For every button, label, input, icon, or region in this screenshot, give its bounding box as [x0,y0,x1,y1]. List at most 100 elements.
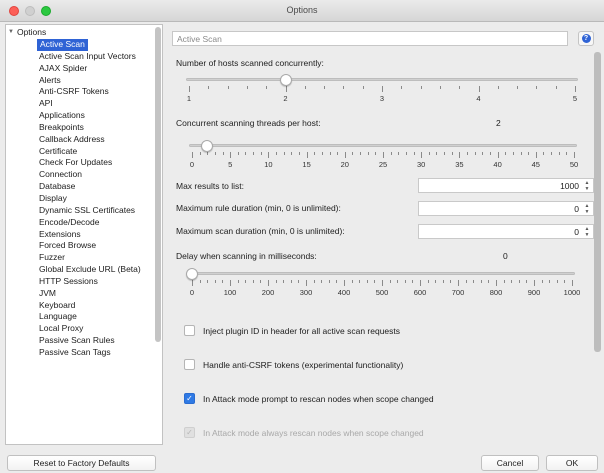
max-scan-duration-spinner[interactable]: 0 ▲ ▼ [418,224,594,239]
tree-item-label: Callback Address [39,133,105,144]
slider-minor-tick [420,86,422,89]
tree-item[interactable]: Check For Updates [37,157,152,169]
slider-minor-tick [207,280,209,283]
inject-plugin-id-label: Inject plugin ID in header for all activ… [203,325,401,336]
slider-major-tick [189,86,190,92]
checkbox-box[interactable] [184,325,195,336]
tree-root-options[interactable]: ▼ Options [8,27,46,37]
hosts-slider[interactable]: 1 2 3 4 5 [186,72,578,106]
expand-triangle-icon[interactable]: ▼ [8,29,14,35]
slider-major-tick [534,280,535,286]
slider-minor-tick [404,280,406,283]
slider-track[interactable] [189,144,577,147]
tree-item[interactable]: Encode/Decode [37,217,152,229]
inject-plugin-id-checkbox[interactable]: Inject plugin ID in header for all activ… [184,325,400,336]
slider-minor-tick [359,280,361,283]
slider-minor-tick [444,152,446,155]
slider-minor-tick [428,152,430,155]
slider-minor-tick [375,152,377,155]
slider-tick-label: 20 [340,160,349,169]
tree-item[interactable]: Callback Address [37,134,152,146]
tree-item[interactable]: Active Scan Input Vectors [37,51,152,63]
slider-tick-label: 800 [489,288,503,297]
tree-item-label: Breakpoints [39,121,84,132]
tree-item[interactable]: Language [37,311,152,323]
attack-always-label: In Attack mode always rescan nodes when … [203,427,424,438]
tree-item[interactable]: Fuzzer [37,252,152,264]
max-rule-duration-value: 0 [574,204,579,214]
tree-item[interactable]: Extensions [37,229,152,241]
slider-minor-tick [489,152,491,155]
cancel-button[interactable]: Cancel [481,455,539,471]
panel-scrollbar[interactable] [594,52,601,352]
attack-prompt-checkbox[interactable]: ✓ In Attack mode prompt to rescan nodes … [184,393,434,404]
tree-item[interactable]: Passive Scan Tags [37,347,152,359]
slider-thumb[interactable] [201,140,214,152]
spinner-arrows-icon[interactable]: ▲ ▼ [583,203,591,215]
tree-item[interactable]: Forced Browse [37,240,152,252]
slider-major-tick [458,280,459,286]
slider-major-tick [382,86,383,92]
tree-item[interactable]: Database [37,181,152,193]
spinner-arrows-icon[interactable]: ▲ ▼ [583,180,591,192]
slider-minor-tick [237,280,239,283]
tree-item[interactable]: Active Scan [37,39,152,51]
tree-scrollbar[interactable] [155,27,161,342]
slider-minor-tick [360,152,362,155]
tree-item-label: Anti-CSRF Tokens [39,86,109,97]
reset-defaults-button[interactable]: Reset to Factory Defaults [7,455,156,471]
checkmark-icon[interactable]: ✓ [184,393,195,404]
tree-item[interactable]: API [37,98,152,110]
tree-item[interactable]: Breakpoints [37,122,152,134]
tree-item[interactable]: Connection [37,169,152,181]
slider-thumb[interactable] [186,268,198,280]
slider-minor-tick [474,152,476,155]
slider-minor-tick [549,280,551,283]
slider-minor-tick [374,280,376,283]
tree-item[interactable]: Applications [37,110,152,122]
tree-item[interactable]: AJAX Spider [37,63,152,75]
slider-minor-tick [260,280,262,283]
slider-minor-tick [246,86,248,89]
checkbox-box[interactable] [184,359,195,370]
slider-minor-tick [199,152,201,155]
tree-item[interactable]: JVM [37,288,152,300]
slider-major-tick [496,280,497,286]
tree-item[interactable]: Keyboard [37,300,152,312]
spinner-arrows-icon[interactable]: ▲ ▼ [583,226,591,238]
slider-tick-label: 2 [283,94,288,103]
tree-item[interactable]: HTTP Sessions [37,276,152,288]
max-rule-duration-spinner[interactable]: 0 ▲ ▼ [418,201,594,216]
delay-label: Delay when scanning in milliseconds: [176,251,317,261]
slider-minor-tick [526,280,528,283]
tree-item[interactable]: Global Exclude URL (Beta) [37,264,152,276]
slider-track[interactable] [189,272,575,275]
slider-thumb[interactable] [279,74,292,86]
slider-minor-tick [336,280,338,283]
slider-tick-label: 1000 [563,288,581,297]
tree-item-label: Alerts [39,74,61,85]
slider-major-tick [420,280,421,286]
slider-major-tick [268,152,270,158]
handle-anticsrf-checkbox[interactable]: Handle anti-CSRF tokens (experimental fu… [184,359,403,370]
ok-button[interactable]: OK [546,455,598,471]
tree-item[interactable]: Alerts [37,75,152,87]
help-button[interactable]: ? [578,31,594,46]
delay-slider[interactable]: 0 100 200 300 400 500 600 700 800 900 1000 [186,266,580,302]
slider-minor-tick [328,280,330,283]
window-title: Options [286,5,318,15]
options-tree[interactable]: ▼ Options Active Scan Active Scan Input V… [5,24,163,445]
slider-minor-tick [245,152,247,155]
tree-item[interactable]: Display [37,193,152,205]
slider-track[interactable] [186,78,578,81]
threads-slider[interactable]: 0 5 10 15 20 25 30 35 40 45 50 [189,138,578,172]
tree-item-label: Encode/Decode [39,216,100,227]
tree-item[interactable]: Passive Scan Rules [37,335,152,347]
tree-item[interactable]: Certificate [37,146,152,158]
tree-item[interactable]: Dynamic SSL Certificates [37,205,152,217]
tree-item[interactable]: Local Proxy [37,323,152,335]
max-results-spinner[interactable]: 1000 ▲ ▼ [418,178,594,193]
tree-item[interactable]: Anti-CSRF Tokens [37,86,152,98]
max-results-label: Max results to list: [176,181,245,191]
slider-minor-tick [208,86,210,89]
